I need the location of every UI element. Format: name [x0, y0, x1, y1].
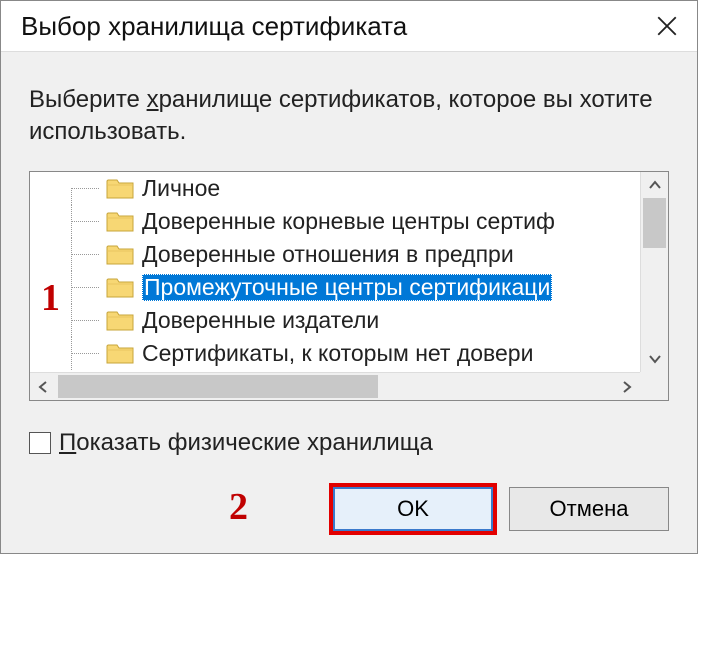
- tree-item[interactable]: Доверенные отношения в предпри: [62, 238, 640, 271]
- ok-button[interactable]: OK: [333, 487, 493, 531]
- close-icon: [657, 16, 677, 36]
- chevron-up-icon: [649, 180, 661, 190]
- chevron-left-icon: [38, 381, 48, 393]
- button-row: 2 OK Отмена: [29, 487, 669, 535]
- tree-viewport: Личное Доверенные корневые центры сертиф…: [30, 172, 640, 372]
- certificate-store-tree[interactable]: 1 Личное Доверенные корневые центры серт…: [29, 171, 669, 401]
- scroll-left-arrow[interactable]: [30, 373, 56, 401]
- tree-item[interactable]: Личное: [62, 172, 640, 205]
- tree-connector: [62, 238, 106, 271]
- scroll-corner: [640, 372, 668, 400]
- tree-connector: [62, 337, 106, 370]
- titlebar: Выбор хранилища сертификата: [1, 1, 697, 52]
- close-button[interactable]: [647, 9, 687, 43]
- horizontal-scrollbar[interactable]: [30, 372, 640, 400]
- scroll-down-arrow[interactable]: [641, 346, 668, 372]
- tree-item-label: Промежуточные центры сертификаци: [142, 274, 552, 301]
- folder-icon: [106, 209, 134, 233]
- tree-connector: [62, 304, 106, 337]
- horizontal-scroll-thumb[interactable]: [58, 375, 378, 398]
- scroll-right-arrow[interactable]: [614, 373, 640, 401]
- tree-item-label: Сертификаты, к которым нет довери: [142, 340, 533, 367]
- tree-item[interactable]: Промежуточные центры сертификаци: [62, 271, 640, 304]
- tree-item-label: Доверенные издатели: [142, 307, 379, 334]
- folder-icon: [106, 275, 134, 299]
- tree-item-label: Доверенные отношения в предпри: [142, 241, 514, 268]
- folder-icon: [106, 176, 134, 200]
- folder-icon: [106, 308, 134, 332]
- tree-connector: [62, 205, 106, 238]
- instruction-accel: х: [147, 86, 159, 113]
- instruction-prefix: Выберите: [29, 86, 147, 113]
- tree-item-label: Доверенные корневые центры сертиф: [142, 208, 555, 235]
- tree-item[interactable]: Доверенные корневые центры сертиф: [62, 205, 640, 238]
- dialog-content: Выберите хранилище сертификатов, которое…: [1, 52, 697, 553]
- scroll-up-arrow[interactable]: [641, 172, 668, 198]
- folder-icon: [106, 341, 134, 365]
- show-physical-stores-checkbox[interactable]: Показать физические хранилища: [29, 429, 669, 457]
- tree-item-label: Личное: [142, 175, 220, 202]
- chevron-right-icon: [622, 381, 632, 393]
- instruction-text: Выберите хранилище сертификатов, которое…: [29, 84, 669, 149]
- vertical-scroll-thumb[interactable]: [643, 198, 666, 248]
- checkbox-label: Показать физические хранилища: [59, 429, 433, 457]
- vertical-scrollbar[interactable]: [640, 172, 668, 372]
- chevron-down-icon: [649, 354, 661, 364]
- cancel-button[interactable]: Отмена: [509, 487, 669, 531]
- folder-icon: [106, 242, 134, 266]
- annotation-2: 2: [229, 485, 248, 529]
- checkbox-box[interactable]: [29, 432, 51, 454]
- tree-connector: [62, 172, 106, 205]
- tree-connector: [62, 271, 106, 304]
- tree-item[interactable]: Сертификаты, к которым нет довери: [62, 337, 640, 370]
- window-title: Выбор хранилища сертификата: [21, 11, 407, 42]
- tree-item[interactable]: Доверенные издатели: [62, 304, 640, 337]
- dialog-window: Выбор хранилища сертификата Выберите хра…: [0, 0, 698, 554]
